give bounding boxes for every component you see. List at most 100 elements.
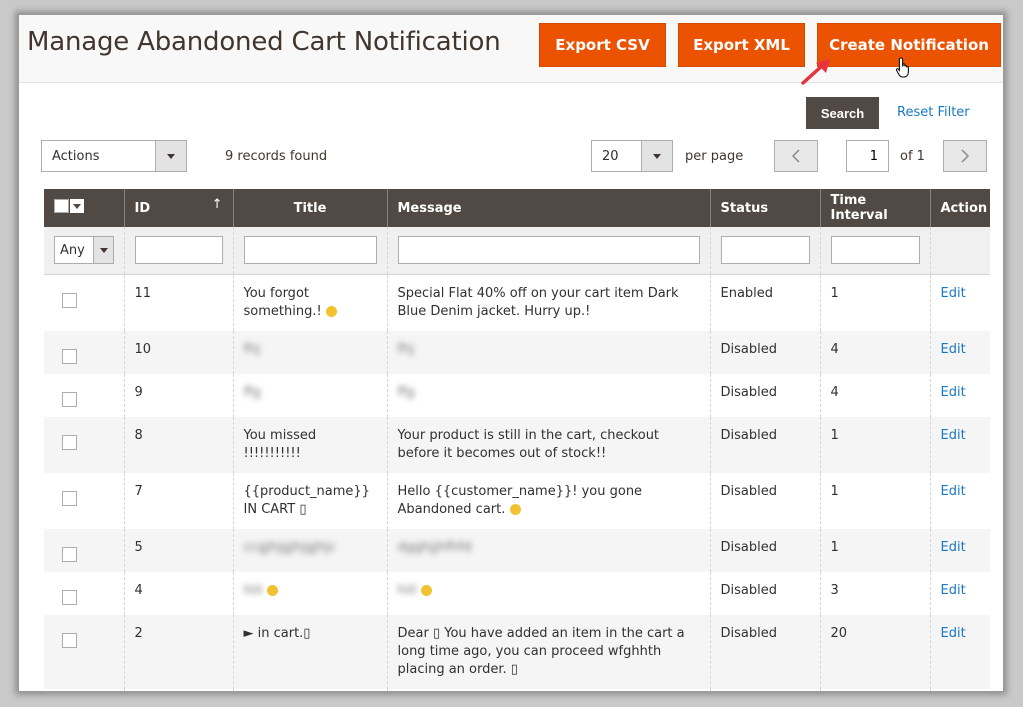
chevron-down-icon	[641, 141, 672, 171]
filter-title-input[interactable]	[243, 236, 377, 265]
page-header: Manage Abandoned Cart Notification Expor…	[19, 15, 1003, 83]
row-checkbox[interactable]	[62, 490, 77, 506]
edit-link[interactable]: Edit	[941, 484, 966, 499]
cell-status: Disabled	[710, 373, 821, 417]
cell-title-text: fhj	[243, 341, 260, 357]
hand-cursor-icon	[895, 57, 909, 78]
filter-any-select[interactable]: Any	[54, 236, 114, 265]
annotation-arrow-icon	[801, 59, 830, 85]
emoji-icon	[509, 503, 521, 515]
notification-grid: ID ↑ Title Message Status Time Interval A…	[44, 189, 990, 692]
filter-cell-interval	[820, 227, 931, 275]
emoji-icon	[325, 305, 337, 317]
filter-message-input[interactable]	[397, 236, 700, 265]
filter-cell-message	[387, 227, 711, 275]
next-page-button[interactable]	[943, 140, 987, 172]
cell-message: fhj	[387, 330, 711, 374]
row-checkbox[interactable]	[62, 632, 77, 648]
column-header-message[interactable]: Message	[387, 189, 711, 227]
mass-actions-label: Actions	[52, 148, 100, 164]
cell-id: 8	[124, 416, 234, 473]
select-all-checkbox[interactable]	[54, 199, 69, 213]
search-button[interactable]: Search	[806, 97, 879, 129]
cell-title-text: ► in cart.▯	[243, 625, 311, 641]
cell-id: 1	[124, 688, 234, 691]
column-header-title[interactable]: Title	[233, 189, 388, 227]
row-checkbox[interactable]	[62, 391, 77, 407]
cell-message: Your product is still in the cart, check…	[387, 416, 711, 473]
cell-message-text: Your product is still in the cart, check…	[397, 427, 660, 461]
filter-interval-input[interactable]	[830, 236, 920, 265]
chevron-down-icon	[155, 141, 186, 171]
cell-title: hiii	[233, 571, 388, 615]
edit-link[interactable]: Edit	[941, 286, 966, 301]
row-checkbox[interactable]	[62, 292, 77, 308]
admin-page: Manage Abandoned Cart Notification Expor…	[18, 14, 1004, 692]
edit-link[interactable]: Edit	[941, 428, 966, 443]
cell-message-text: dgghjjhfhfd	[397, 539, 472, 555]
export-xml-button[interactable]: Export XML	[678, 23, 805, 67]
mass-select-header[interactable]	[44, 189, 125, 227]
column-header-status[interactable]: Status	[710, 189, 821, 227]
row-checkbox[interactable]	[62, 546, 77, 562]
column-header-time-interval[interactable]: Time Interval	[820, 189, 931, 227]
emoji-icon	[420, 584, 432, 596]
row-select-cell	[44, 614, 125, 689]
records-count: 9 records found	[225, 149, 328, 164]
cell-status: Disabled	[710, 528, 821, 572]
cell-status: Enabled	[710, 274, 821, 331]
cell-action: Edit	[930, 416, 990, 473]
row-select-cell	[44, 416, 125, 473]
cell-title-text: {{product_name}} IN CART ▯	[243, 483, 370, 517]
filter-cell-title	[233, 227, 388, 275]
mass-select-control[interactable]	[54, 199, 84, 213]
per-page-label: per page	[685, 149, 744, 164]
cell-message-text: hiii	[397, 582, 417, 598]
mass-actions-dropdown[interactable]: Actions	[41, 140, 187, 172]
cell-message: hiii	[387, 571, 711, 615]
previous-page-button[interactable]	[774, 140, 818, 172]
cell-title: fhj	[233, 330, 388, 374]
cell-message: Hello {{customer_name}}! you gone Abando…	[387, 472, 711, 529]
filter-status-input[interactable]	[720, 236, 810, 265]
edit-link[interactable]: Edit	[941, 583, 966, 598]
row-checkbox[interactable]	[62, 589, 77, 605]
edit-link[interactable]: Edit	[941, 540, 966, 555]
cell-title: You forgot something.!	[233, 274, 388, 331]
table-row: 7 {{product_name}} IN CART ▯ Hello {{custo…	[44, 472, 990, 529]
grid-body: 11 You forgot something.! Special Flat 40…	[44, 274, 990, 692]
cell-message: ffg	[387, 373, 711, 417]
edit-link[interactable]: Edit	[941, 385, 966, 400]
cell-time-interval: 1	[820, 528, 931, 572]
reset-filter-link[interactable]: Reset Filter	[897, 105, 970, 120]
filter-id-input[interactable]	[134, 236, 223, 265]
export-csv-button[interactable]: Export CSV	[539, 23, 666, 67]
cell-id: 5	[124, 528, 234, 572]
column-header-id[interactable]: ID ↑	[124, 189, 234, 227]
cell-action: Edit	[930, 689, 990, 692]
cell-title: You missed !!!!!!!!!!!	[233, 416, 388, 473]
cell-title: {{product_name}} IN CART ▯	[233, 472, 388, 529]
cell-id: 10	[124, 330, 234, 374]
cell-id: 2	[124, 614, 234, 689]
current-page-input[interactable]	[846, 140, 889, 172]
cell-action: Edit	[930, 330, 990, 374]
cell-id: 4	[124, 571, 234, 615]
row-checkbox[interactable]	[62, 434, 77, 450]
edit-link[interactable]: Edit	[941, 626, 966, 641]
filter-cell-id	[124, 227, 234, 275]
cell-id: 7	[124, 472, 234, 529]
per-page-value: 20	[602, 148, 619, 164]
row-checkbox[interactable]	[62, 348, 77, 364]
sort-ascending-icon: ↑	[211, 197, 223, 212]
cell-title-text: ccgjhjgjhjgjhjc	[243, 539, 337, 555]
edit-link[interactable]: Edit	[941, 342, 966, 357]
chevron-down-icon[interactable]	[70, 199, 84, 213]
filter-cell-action	[930, 227, 990, 275]
cell-action: Edit	[930, 473, 990, 529]
table-row: 10 fhj fhj Disabled 4 Edit	[44, 330, 990, 374]
emoji-icon	[266, 584, 278, 596]
page-title: Manage Abandoned Cart Notification	[27, 27, 501, 57]
per-page-dropdown[interactable]: 20	[591, 140, 673, 172]
cell-status: Disabled	[710, 614, 821, 689]
